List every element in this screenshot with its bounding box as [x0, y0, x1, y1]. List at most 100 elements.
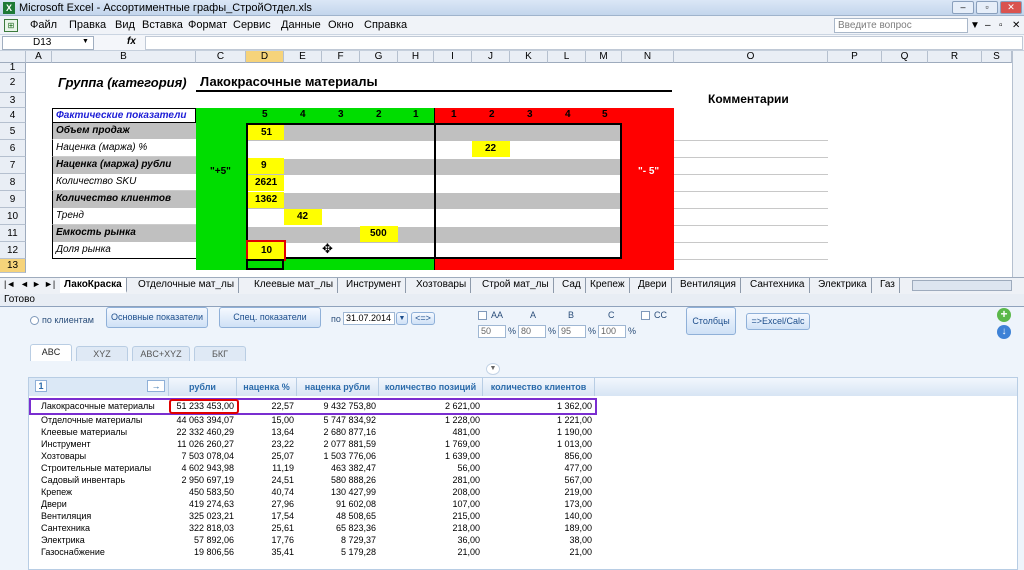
menu-view[interactable]: Вид — [115, 19, 135, 32]
col-header-g[interactable]: G — [360, 51, 398, 63]
table-row[interactable]: Крепеж 450 583,50 40,74 130 427,99 208,00 219… — [29, 486, 595, 498]
export-excel-button[interactable]: =>Excel/Calc — [746, 313, 810, 330]
value-share[interactable]: 10 — [246, 240, 286, 261]
menu-help[interactable]: Справка — [364, 19, 407, 32]
tab-santehnika[interactable]: Сантехника — [746, 278, 810, 293]
tab-prev-icon[interactable]: ◄ — [20, 279, 29, 289]
menu-edit[interactable]: Правка — [69, 19, 106, 32]
row-header-1[interactable]: 1 — [0, 63, 26, 73]
col-header-c[interactable]: C — [196, 51, 246, 63]
col-header-k[interactable]: K — [510, 51, 548, 63]
table-row[interactable]: Хозтовары 7 503 078,04 25,07 1 503 776,06 1 … — [29, 450, 595, 462]
tab-ventilyaciya[interactable]: Вентиляция — [676, 278, 741, 293]
name-box-dropdown-icon[interactable]: ▼ — [82, 38, 89, 45]
value-markup-pct[interactable]: 22 — [472, 141, 510, 157]
worksheet[interactable]: A B C D E F G H I J K L M N O P Q R S 1 … — [0, 51, 1024, 277]
table-row[interactable]: Строительные материалы 4 602 943,98 11,19 4… — [29, 462, 595, 474]
menu-tools[interactable]: Сервис — [233, 19, 271, 32]
col-header-h[interactable]: H — [398, 51, 434, 63]
menu-window[interactable]: Окно — [328, 19, 354, 32]
tab-krepezh[interactable]: Крепеж — [586, 278, 630, 293]
maximize-button[interactable]: ▫ — [976, 1, 998, 14]
col-header-l[interactable]: L — [548, 51, 586, 63]
value-trend[interactable]: 42 — [284, 209, 322, 225]
horizontal-scrollbar[interactable] — [912, 280, 1012, 291]
col-header-a[interactable]: A — [26, 51, 52, 63]
grid-index-box[interactable]: 1 — [35, 380, 47, 392]
menu-file[interactable]: Файл — [30, 19, 57, 32]
grid-arrow-icon[interactable]: → — [147, 380, 165, 392]
tab-last-icon[interactable]: ►| — [44, 279, 55, 289]
vertical-scrollbar[interactable] — [1012, 51, 1024, 277]
threshold-aa-input[interactable]: 50 — [478, 325, 506, 338]
value-sku[interactable]: 2621 — [248, 175, 284, 191]
table-row[interactable]: Садовый инвентарь 2 950 697,19 24,51 580 88… — [29, 474, 595, 486]
value-clients[interactable]: 1362 — [248, 192, 284, 208]
help-search-input[interactable]: Введите вопрос — [834, 18, 968, 33]
main-indicators-button[interactable]: Основные показатели — [106, 307, 208, 328]
name-box[interactable]: D13 — [2, 36, 94, 50]
table-row[interactable]: Электрика 57 892,06 17,76 8 729,37 36,00 38,0… — [29, 534, 595, 546]
date-input[interactable]: 31.07.2014 — [343, 312, 395, 325]
tab-next-icon[interactable]: ► — [32, 279, 41, 289]
tab-xyz[interactable]: XYZ — [76, 346, 128, 361]
tab-abc[interactable]: ABC — [30, 344, 72, 361]
col-header-e[interactable]: E — [284, 51, 322, 63]
add-icon[interactable]: + — [997, 308, 1011, 322]
table-row[interactable]: Отделочные материалы 44 063 394,07 15,00 5 … — [29, 414, 595, 426]
table-row[interactable]: Газоснабжение 19 806,56 35,41 5 179,28 21,00… — [29, 546, 595, 558]
doc-restore-icon[interactable]: ▫ — [999, 19, 1003, 32]
close-button[interactable]: ✕ — [1000, 1, 1022, 14]
row-header-11[interactable]: 11 — [0, 225, 26, 242]
fx-icon[interactable]: fx — [127, 36, 136, 47]
col-header-i[interactable]: I — [434, 51, 472, 63]
col-header-n[interactable]: N — [622, 51, 674, 63]
col-header-b[interactable]: B — [52, 51, 196, 63]
tab-lakokraska[interactable]: ЛакоКраска — [60, 278, 127, 293]
workbook-icon[interactable]: ⊞ — [4, 19, 18, 32]
doc-minimize-icon[interactable]: – — [985, 19, 991, 32]
table-row[interactable]: Инструмент 11 026 260,27 23,22 2 077 881,59… — [29, 438, 595, 450]
value-capacity[interactable]: 500 — [360, 226, 398, 242]
row-header-13[interactable]: 13 — [0, 259, 26, 273]
col-header-j[interactable]: J — [472, 51, 510, 63]
doc-close-icon[interactable]: ✕ — [1012, 19, 1020, 32]
col-header-p[interactable]: P — [828, 51, 882, 63]
col-header-r[interactable]: R — [928, 51, 982, 63]
value-markup-rub[interactable]: 9 — [248, 158, 284, 174]
aa-checkbox[interactable] — [478, 311, 487, 320]
cc-checkbox[interactable] — [641, 311, 650, 320]
row-header-12[interactable]: 12 — [0, 242, 26, 259]
nav-button[interactable]: <=> — [411, 312, 435, 325]
row-header-4[interactable]: 4 — [0, 108, 26, 123]
tab-kleevye[interactable]: Клеевые мат_лы — [250, 278, 339, 293]
tab-instrument[interactable]: Инструмент — [342, 278, 407, 293]
menu-data[interactable]: Данные — [281, 19, 321, 32]
row-header-6[interactable]: 6 — [0, 140, 26, 157]
tab-hoztovary[interactable]: Хозтовары — [412, 278, 472, 293]
tab-otdelochnye[interactable]: Отделочные мат_лы — [134, 278, 240, 293]
by-clients-radio[interactable] — [30, 316, 39, 325]
columns-button[interactable]: Столбцы — [686, 307, 736, 335]
col-header-f[interactable]: F — [322, 51, 360, 63]
tab-stroy[interactable]: Строй мат_лы — [478, 278, 554, 293]
down-arrow-icon[interactable]: ↓ — [997, 325, 1011, 339]
threshold-b-input[interactable]: 95 — [558, 325, 586, 338]
table-row[interactable]: Вентиляция 325 023,21 17,54 48 508,65 215,00… — [29, 510, 595, 522]
tab-first-icon[interactable]: |◄ — [4, 279, 15, 289]
col-markup-pct-header[interactable]: наценка % — [237, 378, 297, 396]
row-header-5[interactable]: 5 — [0, 123, 26, 140]
col-positions-header[interactable]: количество позиций — [379, 378, 483, 396]
date-dropdown-icon[interactable]: ▼ — [396, 312, 408, 325]
active-cell-d13[interactable] — [246, 259, 284, 270]
row-header-7[interactable]: 7 — [0, 157, 26, 174]
table-row[interactable]: Сантехника 322 818,03 25,61 65 823,36 218,00… — [29, 522, 595, 534]
row-header-10[interactable]: 10 — [0, 208, 26, 225]
tab-abc-xyz[interactable]: ABC+XYZ — [132, 346, 190, 361]
table-row[interactable]: Клеевые материалы 22 332 460,29 13,64 2 680… — [29, 426, 595, 438]
special-indicators-button[interactable]: Спец. показатели — [219, 307, 321, 328]
col-header-q[interactable]: Q — [882, 51, 928, 63]
col-clients-header[interactable]: количество клиентов — [483, 378, 595, 396]
col-header-o[interactable]: O — [674, 51, 828, 63]
row-header-8[interactable]: 8 — [0, 174, 26, 191]
